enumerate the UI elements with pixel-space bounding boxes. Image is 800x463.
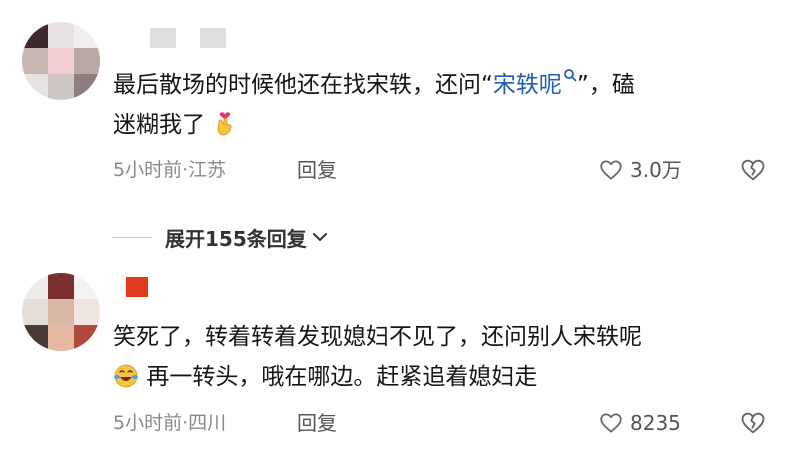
- comment-time-location: 5小时前·四川: [113, 412, 227, 434]
- chevron-down-icon: [312, 233, 327, 241]
- expand-replies-button[interactable]: 展开155条回复: [113, 220, 329, 254]
- comment-text-line2: 再一转头，哦在哪边。赶紧追着媳妇走: [146, 364, 538, 390]
- comment-text-after-link: ”，磕: [576, 72, 635, 98]
- laughing-tears-emoji: [114, 364, 138, 388]
- like-count: 3.0万: [630, 158, 682, 182]
- search-icon: [564, 69, 577, 82]
- broken-heart-outline-icon: [741, 412, 765, 434]
- comment-time-location: 5小时前·江苏: [113, 159, 227, 181]
- comment-text: 笑死了，转着转着发现媳妇不见了，还问别人宋轶呢 再一转头，哦在哪边。赶紧追着媳妇…: [113, 317, 773, 397]
- search-link[interactable]: 宋轶呢: [493, 69, 577, 98]
- reply-button[interactable]: 回复: [297, 155, 337, 185]
- reply-button[interactable]: 回复: [297, 408, 337, 438]
- like-count: 8235: [630, 411, 681, 435]
- like-button[interactable]: 3.0万: [598, 155, 682, 185]
- heart-hands-emoji: [217, 112, 232, 136]
- comment-item: 笑死了，转着转着发现媳妇不见了，还问别人宋轶呢 再一转头，哦在哪边。赶紧追着媳妇…: [0, 265, 800, 463]
- comment-text: 最后散场的时候他还在找宋轶，还问“宋轶呢 ”，磕 迷糊我了: [113, 65, 773, 145]
- broken-heart-outline-icon: [741, 159, 765, 181]
- avatar[interactable]: [22, 22, 100, 100]
- comment-text-line1: 笑死了，转着转着发现媳妇不见了，还问别人宋轶呢: [113, 324, 642, 350]
- comment-text-line2: 迷糊我了: [113, 112, 205, 138]
- comment-item: 最后散场的时候他还在找宋轶，还问“宋轶呢 ”，磕 迷糊我了 5小时前·江苏 回复 …: [0, 0, 800, 200]
- dislike-button[interactable]: [738, 408, 768, 438]
- comment-text-main: 最后散场的时候他还在找宋轶，还问“: [113, 72, 493, 98]
- heart-outline-icon: [600, 413, 622, 433]
- divider: [113, 236, 151, 238]
- dislike-button[interactable]: [738, 155, 768, 185]
- like-button[interactable]: 8235: [598, 408, 681, 438]
- heart-outline-icon: [600, 160, 622, 180]
- avatar[interactable]: [22, 273, 100, 351]
- expand-replies-label[interactable]: 展开155条回复: [165, 223, 307, 252]
